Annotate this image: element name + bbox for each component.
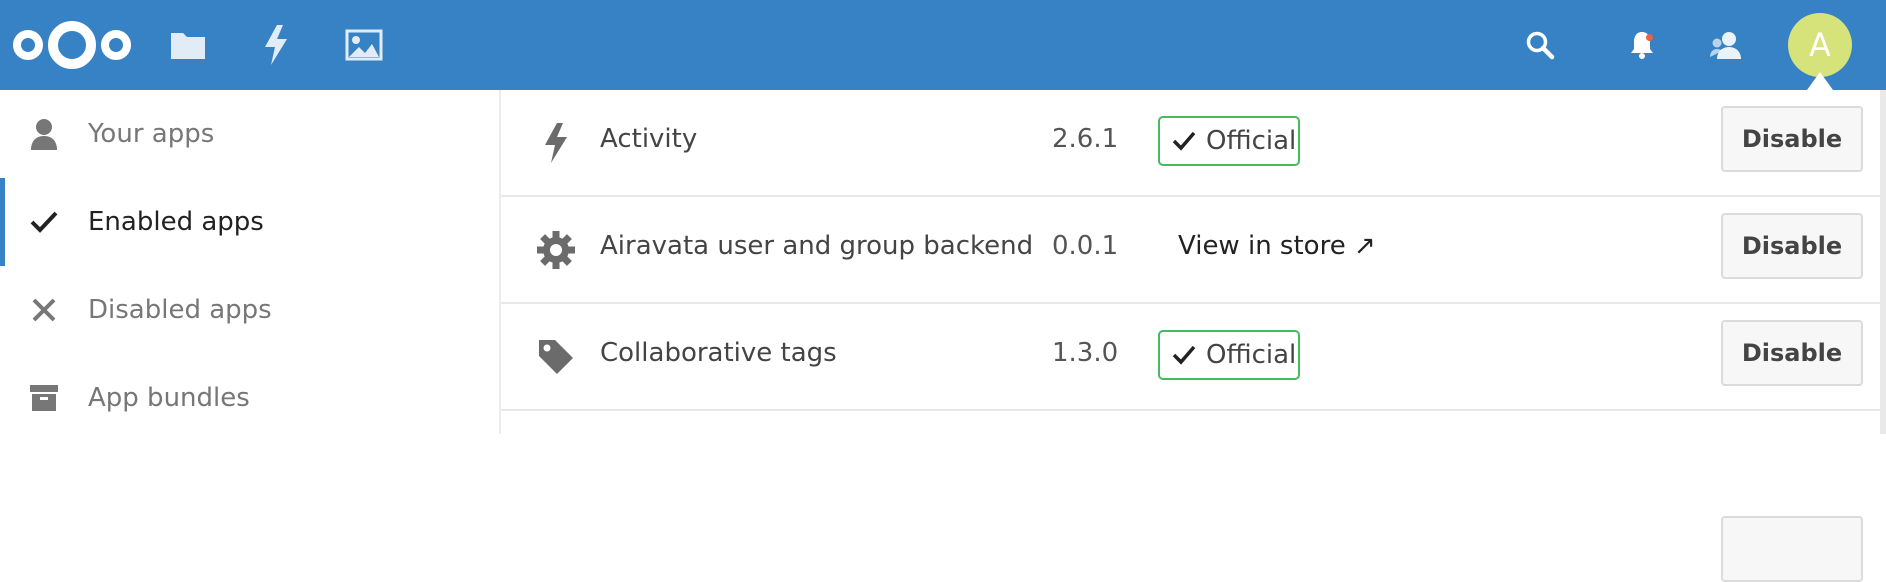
tag-icon [535, 336, 577, 378]
app-categories-sidebar: Your apps Enabled apps Disabled apps App… [0, 90, 501, 434]
app-row-collaborative-tags: Collaborative tags 1.3.0 Official Disabl… [501, 304, 1884, 411]
badge-label: Official [1206, 340, 1297, 370]
disable-button[interactable]: Disable [1721, 106, 1863, 172]
app-name: Activity [600, 124, 698, 154]
folder-icon[interactable] [166, 0, 210, 90]
gear-icon [535, 229, 577, 271]
disable-button[interactable]: Disable [1721, 320, 1863, 386]
official-badge: Official [1158, 116, 1300, 166]
checkmark-icon [26, 204, 62, 240]
archive-icon [26, 380, 62, 416]
app-version: 0.0.1 [1052, 231, 1119, 261]
disable-button[interactable] [1721, 516, 1863, 582]
notification-dot [1646, 34, 1653, 41]
official-badge: Official [1158, 330, 1300, 380]
search-icon[interactable] [1520, 0, 1560, 90]
app-row-airavata: Airavata user and group backend 0.0.1 Vi… [501, 197, 1884, 304]
app-row-partial [501, 411, 1884, 582]
bell-icon[interactable] [1622, 0, 1662, 90]
app-list: Activity 2.6.1 Official Disable Airavata… [501, 90, 1886, 582]
lightning-icon [535, 122, 577, 164]
sidebar-item-label: Your apps [88, 119, 215, 149]
app-version: 2.6.1 [1052, 124, 1119, 154]
checkmark-icon [1172, 345, 1196, 365]
contacts-icon[interactable] [1704, 0, 1748, 90]
badge-label: Official [1206, 126, 1297, 156]
sidebar-item-app-bundles[interactable]: App bundles [0, 354, 499, 442]
disable-button[interactable]: Disable [1721, 213, 1863, 279]
top-header: A [0, 0, 1886, 90]
sidebar-item-enabled-apps[interactable]: Enabled apps [0, 178, 504, 266]
sidebar-item-label: Disabled apps [88, 295, 272, 325]
lightning-icon[interactable] [254, 0, 298, 90]
avatar-menu-caret [1807, 72, 1833, 90]
image-icon[interactable] [342, 0, 386, 90]
sidebar-item-your-apps[interactable]: Your apps [0, 90, 499, 178]
sidebar-item-label: App bundles [88, 383, 250, 413]
checkmark-icon [1172, 131, 1196, 151]
app-version: 1.3.0 [1052, 338, 1119, 368]
user-icon [26, 116, 62, 152]
app-row-activity: Activity 2.6.1 Official Disable [501, 90, 1884, 197]
sidebar-item-disabled-apps[interactable]: Disabled apps [0, 266, 499, 354]
scrollbar[interactable] [1880, 90, 1886, 434]
avatar-initial: A [1809, 26, 1831, 64]
app-name: Collaborative tags [600, 338, 837, 368]
sidebar-item-label: Enabled apps [88, 207, 264, 237]
nextcloud-logo[interactable] [10, 0, 134, 90]
app-name: Airavata user and group backend [600, 231, 1034, 261]
avatar[interactable]: A [1788, 13, 1852, 77]
view-in-store-link[interactable]: View in store ↗ [1178, 231, 1376, 261]
close-icon [26, 292, 62, 328]
